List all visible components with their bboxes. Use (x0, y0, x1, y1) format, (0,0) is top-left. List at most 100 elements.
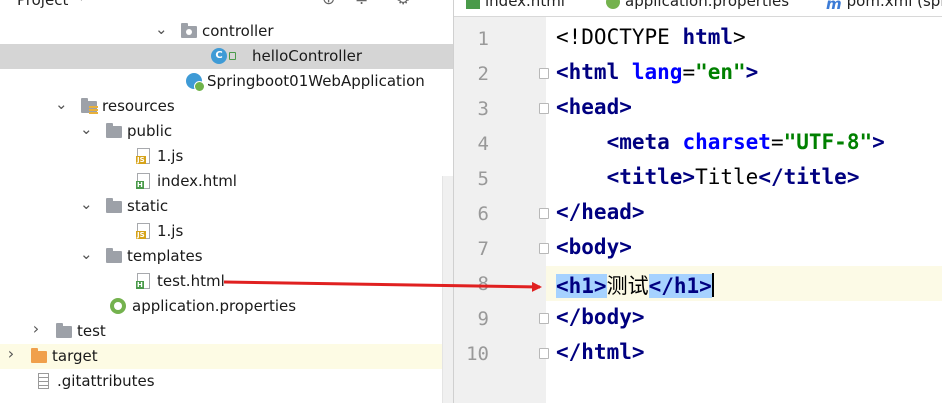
tree-item[interactable]: ChelloController (0, 44, 453, 69)
properties-file-icon (110, 297, 128, 315)
code-line[interactable]: </head> (546, 196, 942, 231)
code-line[interactable]: </body> (546, 301, 942, 336)
tree-item-label: static (127, 197, 169, 215)
text-token: > (733, 25, 746, 49)
html-tag-token: html (682, 25, 734, 49)
attribute-token: lang (631, 60, 683, 84)
chevron-down-icon[interactable]: ⌄ (80, 197, 93, 212)
tree-item[interactable]: › target (0, 344, 453, 369)
code-text: </head> (556, 200, 645, 224)
tree-item-label: 1.js (157, 222, 184, 240)
line-number: 2 (477, 63, 489, 85)
editor-pane: index.html application.properties m pom.x… (453, 0, 942, 403)
line-gutter: 1 2 3 4 5 6 7 8 9 10 (454, 17, 549, 403)
tree-item-label: controller (202, 22, 274, 40)
html-tag-token: <title> (606, 165, 696, 189)
chevron-down-icon[interactable]: ⌄ (55, 97, 68, 112)
tree-item[interactable]: ⌄ controller (0, 19, 453, 44)
string-token: "en" (695, 60, 746, 84)
line-number: 5 (477, 168, 489, 190)
tree-item[interactable]: ⌄ public (0, 119, 453, 144)
code-line[interactable]: <body> (546, 231, 942, 266)
gear-icon[interactable]: ⚙ (396, 0, 410, 8)
code-text: <head> (556, 95, 632, 119)
code-line[interactable]: </html> (546, 336, 942, 371)
java-class-icon: C (210, 47, 236, 65)
html-file-icon (466, 0, 480, 9)
project-title[interactable]: Project (17, 0, 68, 9)
project-panel-header: Project ▾ ⊕ ≑ ⚙ — (0, 0, 453, 13)
spring-boot-class-icon (185, 72, 205, 92)
code-text: <h1>测试</h1> (556, 270, 714, 300)
tree-item-label: 1.js (157, 147, 184, 165)
properties-file-icon (606, 0, 620, 9)
tree-item[interactable]: .gitattributes (0, 369, 453, 394)
tree-item[interactable]: › test (0, 319, 453, 344)
line-number: 10 (466, 343, 489, 365)
line-number: 3 (477, 98, 489, 120)
string-token: "UTF-8" (783, 130, 873, 154)
excluded-folder-icon (30, 347, 48, 365)
hide-panel-icon[interactable]: — (428, 0, 444, 8)
line-number: 8 (477, 273, 489, 295)
folder-icon (105, 122, 123, 140)
maven-icon: m (826, 0, 842, 13)
text-token: = (682, 60, 696, 84)
code-line[interactable]: <head> (546, 91, 942, 126)
tree-item[interactable]: ⌄ templates (0, 244, 453, 269)
tree-item[interactable]: Htest.html (0, 269, 453, 294)
scrollbar[interactable] (442, 176, 453, 403)
text-token: 测试 (606, 274, 649, 298)
tree-item[interactable]: ⌄ static (0, 194, 453, 219)
chevron-right-icon[interactable]: › (5, 346, 17, 362)
collapse-all-icon[interactable]: ≑ (355, 0, 368, 8)
chevron-right-icon[interactable]: › (30, 321, 42, 337)
tree-item-label: Springboot01WebApplication (207, 72, 425, 90)
html-tag-token: </h1> (648, 274, 712, 298)
chevron-down-icon[interactable]: ⌄ (80, 247, 93, 262)
text-token: Title (695, 165, 759, 189)
tab-application-properties[interactable]: application.properties (606, 0, 789, 10)
code-text: <html lang="en"> (556, 60, 758, 84)
code-line[interactable]: <!DOCTYPE html> (546, 21, 942, 56)
code-line[interactable]: <html lang="en"> (546, 56, 942, 91)
html-tag-token: > (872, 130, 885, 154)
tree-item[interactable]: JS 1.js (0, 219, 453, 244)
html-tag-token: </head> (556, 200, 645, 224)
tree-item-label: test.html (157, 272, 225, 290)
code-line[interactable]: <meta charset="UTF-8"> (546, 126, 942, 161)
chevron-down-icon[interactable]: ⌄ (155, 22, 168, 37)
tree-item[interactable]: Springboot01WebApplication (0, 69, 453, 94)
code-text: <meta charset="UTF-8"> (556, 130, 885, 154)
html-tag-token: > (745, 60, 759, 84)
html-tag-token: </html> (556, 340, 645, 364)
project-panel: Project ▾ ⊕ ≑ ⚙ — ⌄ controller ChelloContr… (0, 0, 453, 403)
html-tag-token: </title> (758, 165, 860, 189)
text-token: <!DOCTYPE (556, 25, 683, 49)
chevron-down-icon[interactable]: ⌄ (80, 122, 93, 137)
tree-item[interactable]: ⌄ resources (0, 94, 453, 119)
editor-tabs: index.html application.properties m pom.x… (454, 0, 942, 17)
locate-icon[interactable]: ⊕ (322, 0, 335, 8)
line-number: 9 (477, 308, 489, 330)
folder-icon (55, 322, 73, 340)
html-tag-token: <body> (556, 235, 632, 259)
tab-pom-xml[interactable]: m pom.xml (spi (826, 0, 942, 13)
tree-item-label: target (52, 347, 98, 365)
tree-item[interactable]: Hindex.html (0, 169, 453, 194)
chevron-down-icon[interactable]: ▾ (78, 0, 85, 5)
line-number: 6 (477, 203, 489, 225)
tree-item[interactable]: application.properties (0, 294, 453, 319)
code-line-current[interactable]: <h1>测试</h1> (546, 266, 942, 301)
tree-item[interactable]: JS 1.js (0, 144, 453, 169)
html-file-icon: H (135, 272, 153, 290)
package-folder-icon (180, 22, 198, 40)
tree-item-label: helloController (252, 47, 363, 65)
tab-index-html[interactable]: index.html (466, 0, 565, 10)
js-file-icon: JS (135, 222, 153, 240)
html-tag-token: <h1> (556, 274, 607, 298)
text-file-icon (35, 372, 53, 390)
code-line[interactable]: <title>Title</title> (546, 161, 942, 196)
folder-icon (105, 197, 123, 215)
